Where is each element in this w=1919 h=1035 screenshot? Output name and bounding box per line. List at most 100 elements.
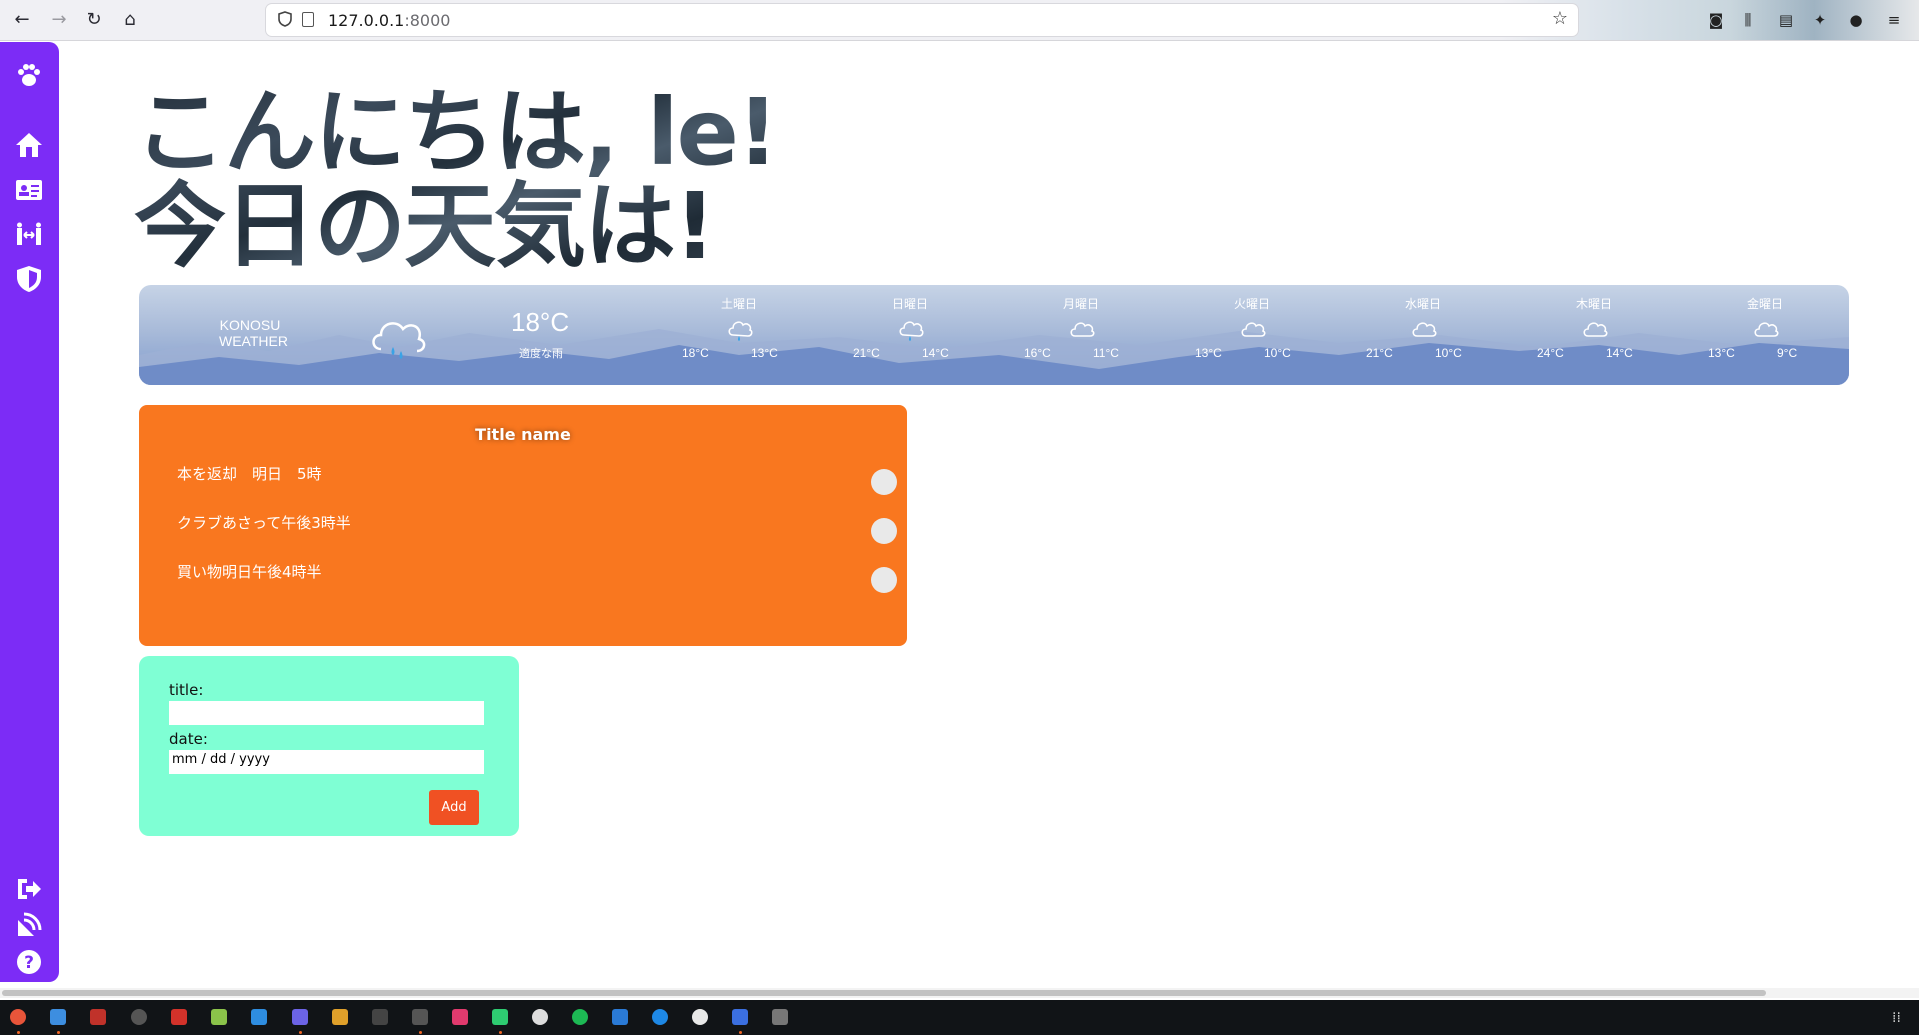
app-icon[interactable]	[90, 1009, 106, 1025]
todo-item: 買い物明日午後4時半	[177, 563, 322, 581]
day-low: 10°C	[1435, 346, 1462, 360]
bookmark-star-icon[interactable]: ☆	[1552, 8, 1568, 29]
extension-icon[interactable]: ✦	[1810, 10, 1830, 30]
day-low: 10°C	[1264, 346, 1291, 360]
app-grid-icon[interactable]: ⁞⁞	[1892, 1010, 1901, 1026]
running-indicator	[739, 1031, 742, 1034]
day-high: 24°C	[1537, 346, 1564, 360]
forecast-day: 日曜日 21°C 14°C	[850, 295, 970, 375]
current-temperature: 18°C	[511, 307, 570, 337]
day-low: 11°C	[1093, 346, 1119, 360]
todo-complete-toggle[interactable]	[871, 567, 897, 593]
horizontal-scrollbar[interactable]	[0, 988, 1919, 998]
weather-widget: KONOSU WEATHER 18°C 適度な雨 土曜日 18°C 13°C 日…	[139, 285, 1849, 385]
app-icon[interactable]	[211, 1009, 227, 1025]
app-icon[interactable]	[532, 1009, 548, 1025]
cloud-icon	[1754, 322, 1779, 337]
reload-icon[interactable]: ↻	[80, 6, 108, 34]
add-todo-form: title: date: mm / dd / yyyy Add	[139, 656, 519, 836]
running-indicator	[419, 1031, 422, 1034]
add-button[interactable]: Add	[429, 790, 479, 825]
day-name: 木曜日	[1575, 297, 1612, 311]
day-name: 水曜日	[1404, 297, 1441, 311]
date-label: date:	[169, 730, 208, 748]
app-icon[interactable]	[772, 1009, 788, 1025]
sidebar: ?	[0, 42, 59, 982]
weather-city: KONOSU WEATHER	[219, 317, 288, 349]
forecast-day: 月曜日 16°C 11°C	[1021, 295, 1141, 375]
svg-text:?: ?	[24, 953, 34, 973]
url-text[interactable]: 127.0.0.1:8000	[328, 11, 450, 30]
running-indicator	[499, 1031, 502, 1034]
day-low: 9°C	[1777, 346, 1798, 360]
address-card-icon[interactable]	[14, 175, 44, 205]
app-icon[interactable]	[692, 1009, 708, 1025]
menu-icon[interactable]: ≡	[1884, 10, 1904, 30]
vscode-icon[interactable]	[612, 1009, 628, 1025]
cloud-icon	[1583, 322, 1608, 337]
app-icon[interactable]	[492, 1009, 508, 1025]
firefox-icon[interactable]	[10, 1009, 26, 1025]
title-label: title:	[169, 681, 204, 699]
pocket-icon[interactable]: ◙	[1706, 10, 1726, 30]
day-name: 土曜日	[720, 297, 757, 311]
page-info-icon[interactable]	[302, 12, 314, 27]
todo-complete-toggle[interactable]	[871, 469, 897, 495]
day-low: 14°C	[922, 346, 949, 360]
running-indicator	[57, 1031, 60, 1034]
todo-item: 本を返却 明日 5時	[177, 465, 322, 483]
home-page-icon[interactable]: ⌂	[116, 6, 144, 34]
sign-out-icon[interactable]	[14, 874, 44, 904]
forecast-day: 木曜日 24°C 14°C	[1534, 295, 1654, 375]
sidebar-toggle-icon[interactable]: ▤	[1776, 10, 1796, 30]
weather-label: WEATHER	[219, 333, 288, 349]
shield-icon[interactable]	[14, 264, 44, 294]
library-icon[interactable]: ⫼	[1738, 10, 1758, 30]
files-icon[interactable]	[50, 1009, 66, 1025]
spotify-icon[interactable]	[572, 1009, 588, 1025]
day-low: 13°C	[751, 346, 778, 360]
volume-icon[interactable]	[372, 1009, 388, 1025]
day-high: 16°C	[1024, 346, 1051, 360]
date-input[interactable]: mm / dd / yyyy	[169, 750, 484, 774]
forecast-day: 金曜日 13°C 9°C	[1705, 295, 1825, 375]
greeting-line: こんにちは, le!	[134, 79, 777, 186]
app-icon[interactable]	[171, 1009, 187, 1025]
day-high: 13°C	[1195, 346, 1222, 360]
app-icon[interactable]	[452, 1009, 468, 1025]
todo-complete-toggle[interactable]	[871, 518, 897, 544]
satellite-dish-icon[interactable]	[14, 910, 44, 940]
app-icon[interactable]	[732, 1009, 748, 1025]
rain-cloud-icon	[899, 321, 924, 341]
browser-toolbar: ← → ↻ ⌂ 127.0.0.1:8000 ☆ ◙ ⫼ ▤ ✦ ● ≡	[0, 0, 1919, 41]
todo-card: Title name 本を返却 明日 5時 クラブあさって午後3時半 買い物明日…	[139, 405, 907, 646]
tracking-shield-icon[interactable]	[278, 11, 292, 27]
app-icon[interactable]	[652, 1009, 668, 1025]
people-arrows-icon[interactable]	[14, 219, 44, 249]
day-name: 日曜日	[891, 297, 928, 311]
address-bar[interactable]: 127.0.0.1:8000 ☆	[266, 4, 1578, 36]
app-icon[interactable]	[332, 1009, 348, 1025]
day-high: 21°C	[1366, 346, 1393, 360]
app-icon[interactable]	[131, 1009, 147, 1025]
forward-icon[interactable]: →	[45, 6, 73, 34]
discord-icon[interactable]	[292, 1009, 308, 1025]
question-icon[interactable]: ?	[14, 947, 44, 977]
home-icon[interactable]	[14, 130, 44, 160]
back-icon[interactable]: ←	[8, 6, 36, 34]
day-high: 13°C	[1708, 346, 1735, 360]
running-indicator	[17, 1031, 20, 1034]
terminal-icon[interactable]	[412, 1009, 428, 1025]
scrollbar-thumb[interactable]	[2, 990, 1766, 996]
app-icon[interactable]	[251, 1009, 267, 1025]
title-input[interactable]	[169, 701, 484, 725]
paw-icon[interactable]	[14, 60, 44, 90]
account-icon[interactable]: ●	[1846, 10, 1866, 30]
forecast-day: 火曜日 13°C 10°C	[1192, 295, 1312, 375]
running-indicator	[299, 1031, 302, 1034]
cloud-icon	[1412, 322, 1437, 337]
city-name: KONOSU	[219, 317, 281, 333]
forecast-day: 水曜日 21°C 10°C	[1363, 295, 1483, 375]
day-name: 金曜日	[1746, 297, 1783, 311]
rain-cloud-icon	[372, 322, 426, 359]
